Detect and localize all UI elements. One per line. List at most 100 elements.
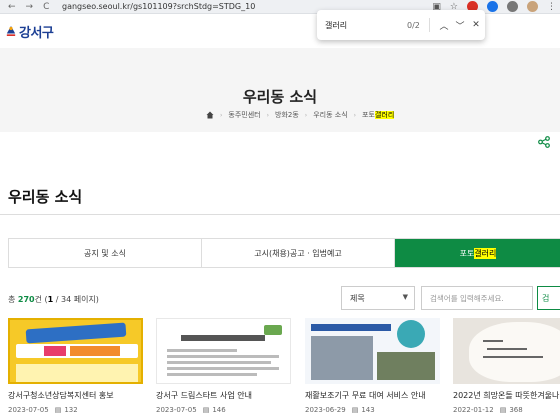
tab-notices[interactable]: 공지 및 소식	[9, 239, 202, 267]
home-icon[interactable]	[206, 111, 214, 119]
page-count: / 34 페이지)	[53, 295, 99, 304]
address-bar[interactable]: gangseo.seoul.kr/gs101109?srchStdg=STDG_…	[62, 2, 255, 11]
gallery-title[interactable]: 강서구 드림스타트 사업 안내	[156, 390, 291, 401]
thumb-photo	[311, 336, 373, 380]
gallery-card[interactable]: 재활보조기구 무료 대여 서비스 안내 2023-06-29 ▤ 143	[305, 318, 440, 414]
site-logo[interactable]: 강서구	[6, 22, 54, 41]
breadcrumb-separator: ›	[353, 111, 357, 119]
tab-photo-gallery[interactable]: 포토 갤러리	[395, 239, 560, 267]
gallery-thumbnail[interactable]	[156, 318, 291, 384]
view-count-value: 368	[509, 406, 523, 414]
gallery-meta: 2022-01-12 ▤ 368	[453, 406, 560, 414]
forward-icon[interactable]: →	[26, 2, 34, 12]
gallery-thumbnail[interactable]	[453, 318, 560, 384]
board-tabs: 공지 및 소식 고시(채용)공고 · 입법예고 포토 갤러리	[8, 238, 560, 268]
total-count: 270	[17, 295, 35, 304]
extension-icon[interactable]	[487, 1, 498, 12]
search-input[interactable]: 검색어를 입력해주세요.	[421, 286, 533, 310]
post-date: 2023-07-05	[156, 406, 197, 414]
thumb-heading	[311, 324, 391, 331]
gallery-meta: 2023-06-29 ▤ 143	[305, 406, 440, 414]
gallery-card[interactable]: 강서구청소년상담복지센터 홍보 2023-07-05 ▤ 132	[8, 318, 143, 414]
thumb-logo	[264, 325, 282, 335]
tab-label-prefix: 포토	[459, 248, 475, 258]
view-count-value: 132	[64, 406, 78, 414]
breadcrumb-separator: ›	[220, 111, 223, 119]
close-icon[interactable]: ✕	[468, 20, 484, 30]
gallery-card[interactable]: 강서구 드림스타트 사업 안내 2023-07-05 ▤ 146	[156, 318, 291, 414]
thumb-badge	[397, 320, 425, 348]
breadcrumb-current-prefix: 포토	[362, 111, 375, 119]
gallery-meta: 2023-07-05 ▤ 146	[156, 406, 291, 414]
thumb-shape	[70, 346, 120, 356]
extension-icon[interactable]	[507, 1, 518, 12]
view-count: ▤ 143	[352, 406, 375, 414]
view-count-value: 146	[212, 406, 226, 414]
views-icon: ▤	[351, 406, 359, 414]
breadcrumb-item[interactable]: 방화2동	[275, 110, 299, 120]
breadcrumb-item[interactable]: 동주민센터	[228, 110, 260, 120]
thumb-shape	[25, 322, 127, 344]
gallery-title[interactable]: 강서구청소년상담복지센터 홍보	[8, 390, 143, 401]
thumb-line	[167, 361, 271, 364]
logo-text: 강서구	[19, 25, 54, 41]
thumb-line	[167, 367, 279, 370]
divider	[429, 18, 430, 32]
thumb-shape	[469, 322, 560, 382]
page-hero: 우리동 소식 › 동주민센터 › 방화2동 › 우리동 소식 › 포토갤러리	[0, 48, 560, 132]
chevron-up-icon[interactable]: ︿	[436, 19, 452, 32]
breadcrumb-separator: ›	[304, 111, 308, 119]
view-count: ▤ 146	[203, 406, 226, 414]
result-count-suffix: 건 (	[34, 295, 48, 304]
search-field-select[interactable]: 제목 ▼	[341, 286, 415, 310]
find-highlight: 갤러리	[474, 247, 497, 259]
thumb-line	[167, 349, 237, 352]
thumb-shape	[16, 364, 138, 382]
thumb-line	[483, 340, 503, 342]
thumb-photo	[377, 352, 435, 380]
search-field-value: 제목	[350, 293, 365, 303]
page-title: 우리동 소식	[242, 88, 318, 106]
search-button[interactable]: 검	[537, 286, 560, 310]
result-count-prefix: 총	[8, 295, 18, 304]
post-date: 2023-06-29	[305, 406, 346, 414]
chevron-down-icon[interactable]: ﹀	[452, 19, 468, 32]
menu-icon[interactable]: ⋮	[547, 2, 556, 12]
thumb-line	[483, 356, 543, 358]
thumb-heading	[181, 335, 265, 341]
result-count: 총 270건 (1 / 34 페이지)	[8, 294, 99, 305]
post-date: 2022-01-12	[453, 406, 494, 414]
gallery-title[interactable]: 재활보조기구 무료 대여 서비스 안내	[305, 390, 440, 401]
section-title: 우리동 소식	[8, 188, 83, 206]
divider	[0, 214, 560, 215]
find-input[interactable]: 갤러리	[325, 20, 395, 31]
gallery-card[interactable]: 2022년 희망온돌 따뜻한겨울나기 2022-01-12 ▤ 368	[453, 318, 560, 414]
breadcrumb-item[interactable]: 우리동 소식	[313, 110, 347, 120]
gallery-meta: 2023-07-05 ▤ 132	[8, 406, 143, 414]
view-count: ▤ 132	[55, 406, 78, 414]
gallery-thumbnail[interactable]	[8, 318, 143, 384]
gallery-thumbnail[interactable]	[305, 318, 440, 384]
thumb-shape	[44, 346, 66, 356]
breadcrumb-current: 포토갤러리	[362, 110, 395, 120]
tab-announcements[interactable]: 고시(채용)공고 · 입법예고	[202, 239, 395, 267]
view-count: ▤ 368	[500, 406, 523, 414]
thumb-line	[487, 348, 527, 350]
find-count: 0/2	[407, 20, 420, 30]
views-icon: ▤	[202, 406, 210, 414]
breadcrumb-separator: ›	[266, 111, 270, 119]
gallery-title[interactable]: 2022년 희망온돌 따뜻한겨울나기	[453, 390, 560, 401]
profile-avatar[interactable]	[527, 1, 538, 12]
reload-icon[interactable]: C	[43, 2, 49, 12]
thumb-line	[167, 355, 279, 358]
back-icon[interactable]: ←	[8, 2, 16, 12]
share-icon[interactable]	[538, 136, 550, 148]
view-count-value: 143	[361, 406, 375, 414]
breadcrumb: › 동주민센터 › 방화2동 › 우리동 소식 › 포토갤러리	[206, 110, 395, 120]
views-icon: ▤	[499, 406, 507, 414]
browser-nav: ← → C	[8, 2, 62, 12]
logo-mark-icon	[6, 26, 16, 36]
find-highlight: 갤러리	[374, 111, 395, 119]
views-icon: ▤	[54, 406, 62, 414]
post-date: 2023-07-05	[8, 406, 49, 414]
